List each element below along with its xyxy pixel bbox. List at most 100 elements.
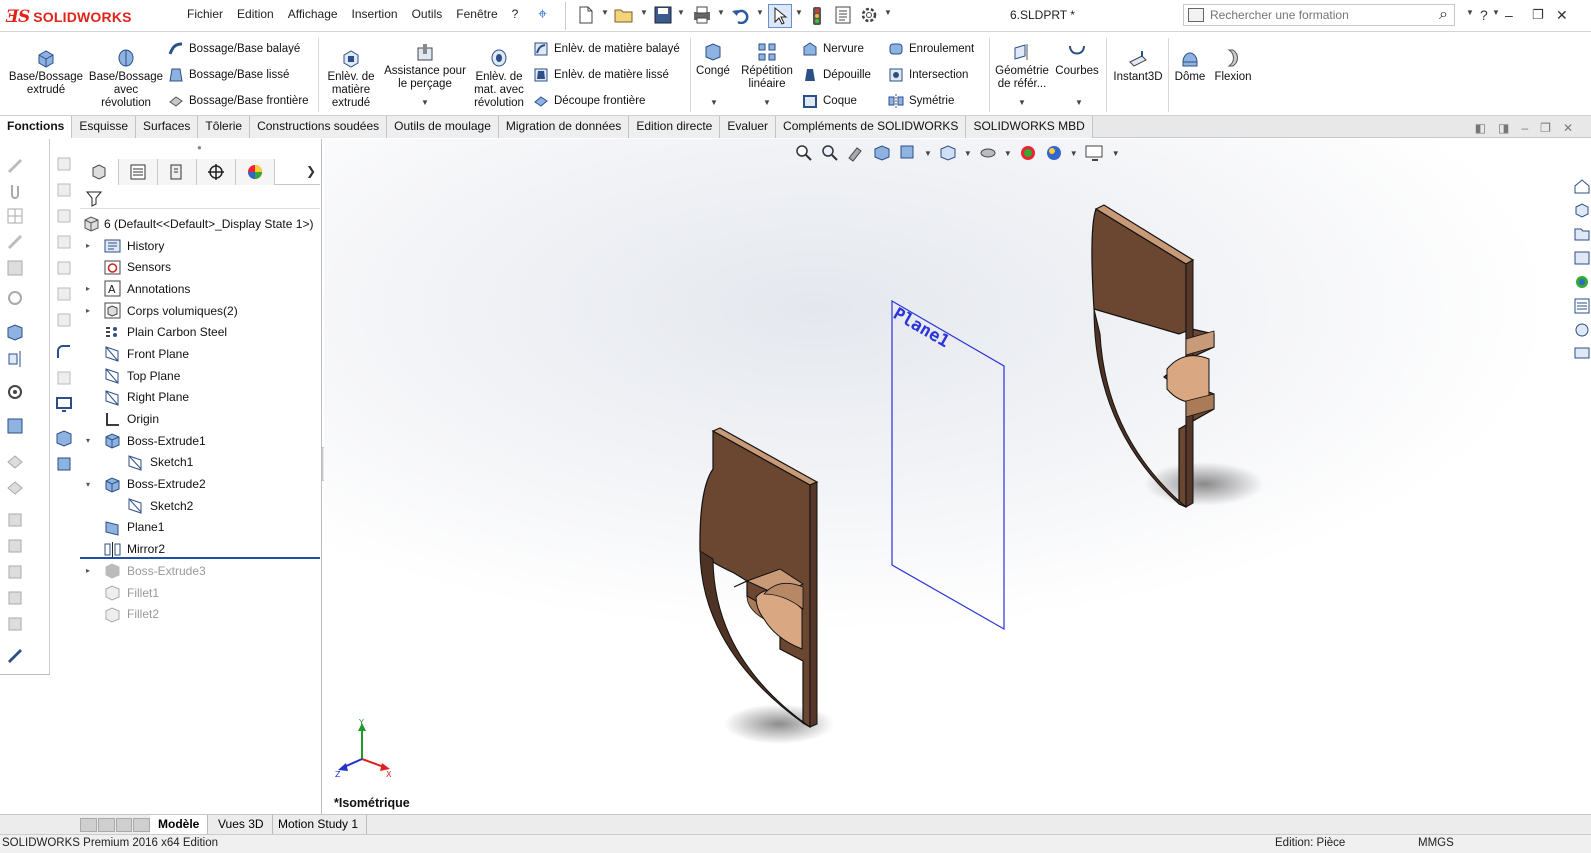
tab-solidworks-mbd[interactable]: SOLIDWORKS MBD xyxy=(966,116,1093,138)
tree-root[interactable]: 6 (Default<<Default>_Display State 1>) xyxy=(80,213,320,235)
fillet-button[interactable]: Congé xyxy=(694,42,732,78)
resources-icon[interactable] xyxy=(1573,201,1591,219)
tile-left-icon[interactable]: ◧ xyxy=(1475,121,1486,135)
rib-button[interactable]: Nervure xyxy=(802,39,864,59)
tab-esquisse[interactable]: Esquisse xyxy=(72,116,137,138)
extrude-tool-icon[interactable] xyxy=(6,323,24,341)
hole-wizard-button[interactable]: Assistance pour le perçage xyxy=(382,42,468,91)
chevron-down-icon[interactable]: ▼ xyxy=(640,8,648,17)
gears-icon[interactable] xyxy=(6,289,24,307)
menu-insertion[interactable]: Insertion xyxy=(345,7,405,21)
tab-motion-study-1[interactable]: Motion Study 1 xyxy=(270,815,368,835)
tab-constructions-soudees[interactable]: Constructions soudées xyxy=(250,116,388,138)
revolved-boss-button[interactable]: Base/Bossage avec révolution xyxy=(88,48,164,110)
undo-icon[interactable] xyxy=(731,6,751,24)
restore-icon[interactable]: ❐ xyxy=(1532,6,1544,24)
chevron-down-icon[interactable]: ▼ xyxy=(763,98,771,107)
tab-dimxpert[interactable] xyxy=(197,159,236,185)
design-library-icon[interactable] xyxy=(1573,225,1591,243)
chevron-down-icon[interactable]: ▼ xyxy=(677,8,685,17)
tree-item-plane1[interactable]: Plane1 xyxy=(80,517,320,539)
chevron-down-icon[interactable]: ▼ xyxy=(1075,98,1083,107)
swept-boss-button[interactable]: Bossage/Base balayé xyxy=(168,39,300,59)
appearances-icon[interactable] xyxy=(1573,273,1591,291)
tab-tolerie[interactable]: Tôlerie xyxy=(198,116,251,138)
tab-evaluer[interactable]: Evaluer xyxy=(720,116,777,138)
boundary-boss-button[interactable]: Bossage/Base frontière xyxy=(168,91,309,111)
tree-item-boss-extrude3[interactable]: ▸ Boss-Extrude3 xyxy=(80,560,320,582)
sketch-fillet-icon[interactable] xyxy=(55,343,73,361)
tab-propertymanager[interactable] xyxy=(119,159,158,185)
wrap-button[interactable]: Enroulement xyxy=(888,39,974,59)
home-icon[interactable] xyxy=(1573,177,1591,195)
tree-item-fillet2[interactable]: Fillet2 xyxy=(80,603,320,625)
solid-icon[interactable] xyxy=(55,429,73,447)
tab-featuremanager[interactable] xyxy=(80,159,119,185)
tool-icon[interactable] xyxy=(55,311,73,329)
tree-item-right-plane[interactable]: Right Plane xyxy=(80,387,320,409)
chevron-down-icon[interactable]: ▼ xyxy=(601,8,609,17)
tree-item-sensors[interactable]: Sensors xyxy=(80,256,320,278)
open-folder-icon[interactable] xyxy=(614,6,634,24)
rebuild-traffic-light-icon[interactable] xyxy=(810,6,824,26)
expand-arrow-icon[interactable]: ▸ xyxy=(86,566,96,575)
tab-modele[interactable]: Modèle xyxy=(150,815,209,835)
appearance-icon[interactable] xyxy=(6,383,24,401)
grid-icon[interactable] xyxy=(6,207,24,225)
menu-outils[interactable]: Outils xyxy=(405,7,450,21)
new-document-icon[interactable] xyxy=(578,6,594,24)
mirror-button[interactable]: Symétrie xyxy=(888,91,954,111)
menu-affichage[interactable]: Affichage xyxy=(281,7,345,21)
instant3d-ruler-icon[interactable] xyxy=(6,647,24,665)
lofted-cut-button[interactable]: Enlèv. de matière lissé xyxy=(533,65,669,85)
tool-icon[interactable] xyxy=(55,155,73,173)
tool-icon[interactable] xyxy=(55,369,73,387)
tree-filter[interactable] xyxy=(80,186,320,209)
chevron-down-icon[interactable]: ▼ xyxy=(795,8,803,17)
expand-arrow-icon[interactable]: ▸ xyxy=(86,241,96,250)
tab-migration-donnees[interactable]: Migration de données xyxy=(498,116,630,138)
tab-outils-moulage[interactable]: Outils de moulage xyxy=(387,116,499,138)
tool-icon[interactable] xyxy=(6,537,24,555)
instant3d-button[interactable]: Instant3D xyxy=(1110,48,1166,84)
chevron-right-icon[interactable]: ❯ xyxy=(306,164,316,178)
chevron-down-icon[interactable]: ▼ xyxy=(717,8,725,17)
tree-item-front-plane[interactable]: Front Plane xyxy=(80,343,320,365)
print-icon[interactable] xyxy=(692,6,712,24)
file-explorer-icon[interactable] xyxy=(1573,249,1591,267)
tree-item-corps-volumiques-2[interactable]: ▸ Corps volumiques(2) xyxy=(80,300,320,322)
save-icon[interactable] xyxy=(654,6,672,24)
doc-restore-icon[interactable]: ❐ xyxy=(1540,121,1551,135)
tool-icon[interactable] xyxy=(55,207,73,225)
tab-vues-3d[interactable]: Vues 3D xyxy=(210,815,273,835)
menu-fenetre[interactable]: Fenêtre xyxy=(449,7,504,21)
panel-grip-icon[interactable]: ● xyxy=(197,143,202,152)
chevron-down-icon[interactable]: ▼ xyxy=(421,98,429,107)
menu-fichier[interactable]: Fichier xyxy=(180,7,230,21)
menu-edition[interactable]: Edition xyxy=(230,7,281,21)
tree-item-sketch1[interactable]: Sketch1 xyxy=(80,452,320,474)
doc-close-icon[interactable]: ✕ xyxy=(1563,121,1573,135)
menu-help[interactable]: ? xyxy=(505,7,526,21)
options-gear-icon[interactable] xyxy=(860,6,878,24)
chevron-down-icon[interactable]: ▼ xyxy=(756,8,764,17)
intersect-button[interactable]: Intersection xyxy=(888,65,968,85)
tool-icon[interactable] xyxy=(55,233,73,251)
tool-icon[interactable] xyxy=(6,589,24,607)
expand-arrow-icon[interactable]: ▸ xyxy=(86,306,96,315)
boundary-cut-button[interactable]: Découpe frontière xyxy=(533,91,645,111)
solidworks-forum-icon[interactable] xyxy=(1573,321,1591,339)
search-input[interactable] xyxy=(1210,8,1420,22)
graphics-area[interactable]: ▼ ▼ ▼ ▼ ▼ Plane1 Y X Z *Isométrique xyxy=(324,139,1550,814)
chevron-down-icon[interactable]: ▼ xyxy=(710,98,718,107)
help-icon[interactable]: ? xyxy=(1480,6,1488,24)
view-tool-icon[interactable] xyxy=(6,479,24,497)
extruded-cut-button[interactable]: Enlèv. de matière extrudé xyxy=(322,48,380,110)
plane1-reference[interactable]: Plane1 xyxy=(890,299,1005,631)
chevron-down-icon[interactable]: ▼ xyxy=(1466,8,1474,17)
tool-icon[interactable] xyxy=(55,259,73,277)
pin-icon[interactable]: ⌖ xyxy=(538,6,547,24)
revolved-cut-button[interactable]: Enlèv. de mat. avec révolution xyxy=(470,48,528,110)
tab-surfaces[interactable]: Surfaces xyxy=(136,116,199,138)
flex-button[interactable]: Flexion xyxy=(1210,48,1256,84)
